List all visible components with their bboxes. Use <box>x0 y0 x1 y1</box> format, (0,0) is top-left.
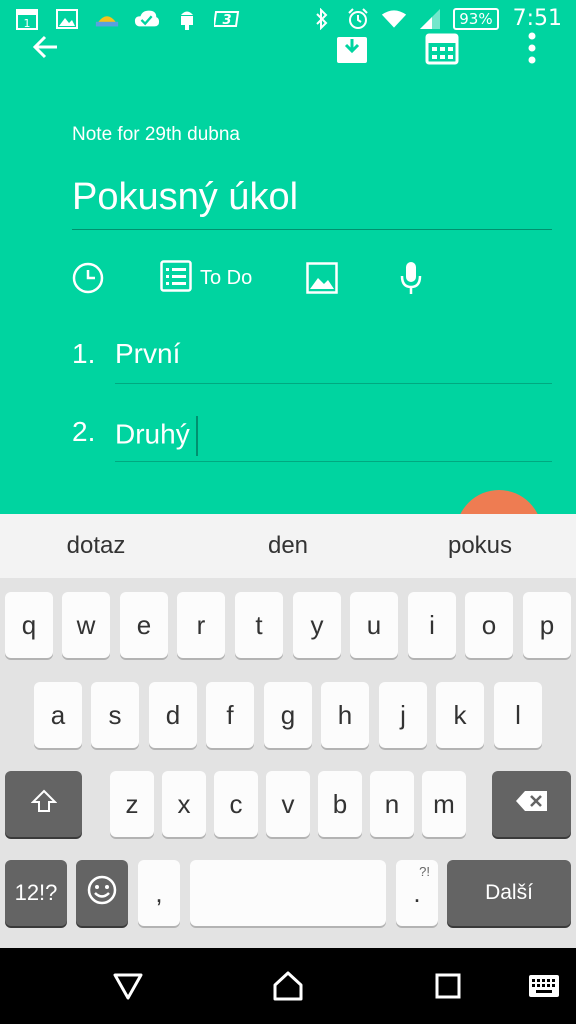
home-nav-icon[interactable] <box>266 964 310 1008</box>
text-cursor <box>195 416 198 456</box>
emoji-key[interactable] <box>76 860 128 926</box>
key-letter[interactable]: y <box>293 592 341 658</box>
list-item-text: První <box>115 338 181 369</box>
key-letter[interactable]: r <box>177 592 225 658</box>
list-item-number: 2. <box>72 416 96 447</box>
battery-icon: 93% <box>453 7 499 30</box>
key-letter[interactable]: j <box>379 682 427 748</box>
key-letter[interactable]: k <box>436 682 484 748</box>
key-letter[interactable]: l <box>494 682 542 748</box>
wifi-icon <box>381 7 407 31</box>
key-letter[interactable]: m <box>422 771 466 837</box>
suggestion-item[interactable]: den <box>192 514 384 578</box>
list-item: 1. První <box>72 328 552 388</box>
checklist-icon <box>160 260 192 296</box>
key-letter[interactable]: e <box>120 592 168 658</box>
list-item-input[interactable]: Druhý <box>115 416 552 462</box>
note-date-caption: Note for 29th dubna <box>72 124 240 145</box>
suggestion-item[interactable]: dotaz <box>0 514 192 578</box>
key-letter[interactable]: x <box>162 771 206 837</box>
list-item-input[interactable]: První <box>115 338 552 384</box>
note-title-input[interactable]: Pokusný úkol <box>72 170 552 230</box>
shift-key[interactable] <box>5 771 82 837</box>
suggestion-item[interactable]: pokus <box>384 514 576 578</box>
list-item-number: 1. <box>72 338 96 369</box>
todo-button[interactable]: To Do <box>160 258 252 298</box>
space-key[interactable] <box>190 860 386 926</box>
soft-keyboard: dotaz den pokus q w e r t y u i o p a s … <box>0 514 576 948</box>
shift-icon <box>30 788 57 821</box>
key-letter[interactable]: h <box>321 682 369 748</box>
key-letter[interactable]: w <box>62 592 110 658</box>
key-letter[interactable]: o <box>465 592 513 658</box>
archive-icon[interactable] <box>332 28 372 68</box>
next-action-key[interactable]: Další <box>447 860 571 926</box>
keyboard-switch-icon[interactable] <box>522 964 566 1008</box>
microphone-icon[interactable] <box>400 258 422 298</box>
signal-icon <box>417 7 443 31</box>
key-letter[interactable]: i <box>408 592 456 658</box>
calendar-icon[interactable] <box>422 28 462 68</box>
back-arrow-icon[interactable] <box>28 30 62 64</box>
key-letter[interactable]: s <box>91 682 139 748</box>
key-letter[interactable]: t <box>235 592 283 658</box>
suggestion-bar: dotaz den pokus <box>0 514 576 578</box>
key-letter[interactable]: b <box>318 771 362 837</box>
key-letter[interactable]: g <box>264 682 312 748</box>
back-nav-icon[interactable] <box>106 964 150 1008</box>
emoji-icon <box>86 874 118 913</box>
floating-action-button[interactable] <box>456 490 542 514</box>
note-editor-screen: 1 3 93% 7:51 Note for 29th dubna Pokusný… <box>0 0 576 514</box>
comma-key[interactable]: , <box>138 860 180 926</box>
key-letter[interactable]: c <box>214 771 258 837</box>
alarm-icon <box>345 7 371 31</box>
action-bar <box>0 28 576 68</box>
key-letter[interactable]: f <box>206 682 254 748</box>
key-letter[interactable]: v <box>266 771 310 837</box>
note-tools: To Do <box>0 258 576 302</box>
period-alt-label: ?! <box>419 864 430 879</box>
key-letter[interactable]: a <box>34 682 82 748</box>
battery-level: 93% <box>459 9 493 28</box>
key-letter[interactable]: d <box>149 682 197 748</box>
list-item-text: Druhý <box>115 418 190 450</box>
image-icon[interactable] <box>306 258 338 298</box>
key-letter[interactable]: z <box>110 771 154 837</box>
svg-text:3: 3 <box>222 13 231 28</box>
backspace-icon <box>515 789 549 820</box>
backspace-key[interactable] <box>492 771 571 837</box>
key-letter[interactable]: p <box>523 592 571 658</box>
key-letter[interactable]: u <box>350 592 398 658</box>
todo-label: To Do <box>200 266 253 289</box>
period-key[interactable]: ?! . <box>396 860 438 926</box>
period-label: . <box>413 877 421 908</box>
key-letter[interactable]: q <box>5 592 53 658</box>
recents-nav-icon[interactable] <box>426 964 470 1008</box>
symbols-key[interactable]: 12!? <box>5 860 67 926</box>
bluetooth-icon <box>309 7 335 31</box>
clock-icon[interactable] <box>72 258 104 298</box>
key-letter[interactable]: n <box>370 771 414 837</box>
navigation-bar <box>0 948 576 1024</box>
overflow-menu-icon[interactable] <box>512 28 552 68</box>
list-item: 2. Druhý <box>72 406 552 466</box>
